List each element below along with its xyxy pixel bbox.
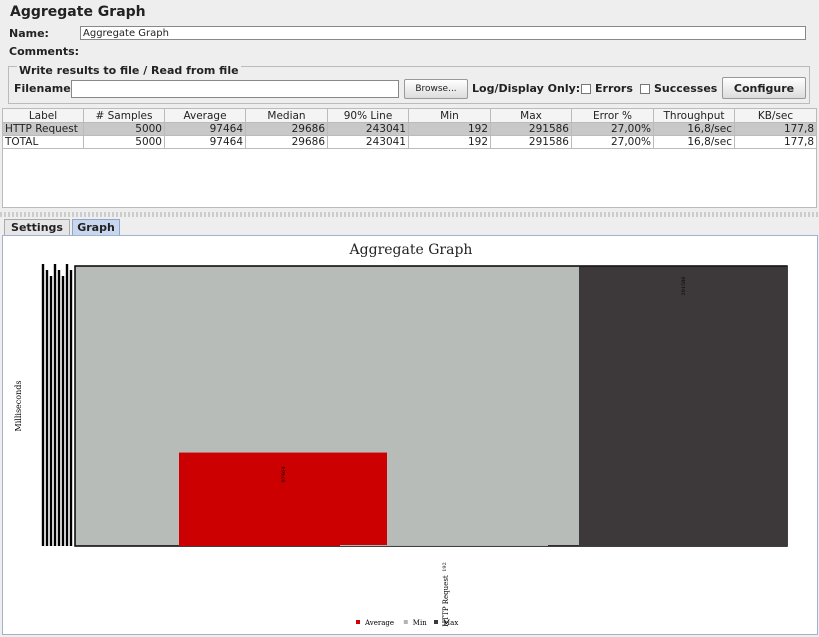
name-row: Name:: [9, 26, 49, 41]
col-header[interactable]: Throughput: [653, 108, 735, 123]
errors-label: Errors: [595, 82, 633, 95]
col-header[interactable]: Max: [490, 108, 572, 123]
legend-label-average: Average: [364, 619, 394, 627]
tab-settings[interactable]: Settings: [4, 219, 70, 235]
legend-swatch-max: [434, 620, 438, 624]
comments-label: Comments:: [9, 45, 80, 58]
bar-min: [340, 545, 548, 546]
browse-button[interactable]: Browse...: [404, 79, 468, 99]
successes-option[interactable]: Successes: [640, 81, 717, 96]
table-header: Label # Samples Average Median 90% Line …: [2, 108, 817, 123]
col-header[interactable]: Median: [245, 108, 328, 123]
legend-swatch-average: [356, 620, 360, 624]
col-header[interactable]: Label: [2, 108, 84, 123]
table-cell: 243041: [327, 135, 409, 149]
table-cell: 27,00%: [571, 135, 654, 149]
log-display-label: Log/Display Only:: [472, 82, 581, 95]
col-header[interactable]: Error %: [571, 108, 654, 123]
col-header[interactable]: KB/sec: [734, 108, 817, 123]
errors-checkbox[interactable]: [581, 83, 591, 94]
table-cell: 243041: [327, 122, 409, 136]
legend-swatch-min: [403, 620, 408, 624]
table-cell: 5000: [83, 122, 165, 136]
table-cell: 27,00%: [571, 122, 654, 136]
table-row[interactable]: TOTAL 5000 97464 29686 243041 192 291586…: [2, 135, 817, 149]
filename-input[interactable]: [71, 80, 399, 98]
table-cell: 16,8/sec: [653, 135, 735, 149]
value-label: 192: [442, 562, 448, 572]
table-cell: 192: [408, 135, 491, 149]
graph-panel: Aggregate Graph Milliseconds 97464 192 2915…: [2, 235, 818, 635]
col-header[interactable]: Min: [408, 108, 491, 123]
filename-row: Filename: [14, 81, 71, 96]
table-cell: 29686: [245, 135, 328, 149]
file-section-label: Write results to file / Read from file: [17, 64, 241, 77]
table-cell: 29686: [245, 122, 328, 136]
table-row[interactable]: HTTP Request 5000 97464 29686 243041 192…: [2, 122, 817, 136]
results-table: Label # Samples Average Median 90% Line …: [2, 108, 817, 149]
y-axis-label: Milliseconds: [14, 381, 23, 432]
value-label: 291586: [681, 276, 687, 295]
comments-row: Comments:: [9, 44, 79, 59]
aggregate-chart: Milliseconds97464192291586HTTP RequestAv…: [14, 264, 788, 627]
table-cell: 97464: [164, 122, 246, 136]
table-cell: 291586: [490, 135, 572, 149]
name-input[interactable]: Aggregate Graph: [80, 26, 806, 40]
table-cell: HTTP Request: [2, 122, 84, 136]
table-cell: 291586: [490, 122, 572, 136]
log-display-row: Log/Display Only:: [472, 81, 580, 96]
table-cell: 177,8: [734, 135, 817, 149]
successes-label: Successes: [654, 82, 718, 95]
col-header[interactable]: # Samples: [83, 108, 165, 123]
col-header[interactable]: Average: [164, 108, 246, 123]
legend-label-max: Max: [443, 619, 458, 627]
table-cell: 5000: [83, 135, 165, 149]
page-title: Aggregate Graph: [10, 4, 146, 20]
table-cell: 177,8: [734, 122, 817, 136]
table-cell: 97464: [164, 135, 246, 149]
split-pane-divider[interactable]: [0, 212, 819, 217]
configure-button[interactable]: Configure: [722, 77, 806, 99]
value-label: 97464: [281, 467, 287, 483]
filename-label: Filename: [14, 82, 71, 95]
errors-option[interactable]: Errors: [581, 81, 633, 96]
bar-max: [579, 266, 787, 546]
table-cell: TOTAL: [2, 135, 84, 149]
table-cell: 16,8/sec: [653, 122, 735, 136]
legend-label-min: Min: [413, 619, 427, 627]
successes-checkbox[interactable]: [640, 83, 650, 94]
table-cell: 192: [408, 122, 491, 136]
name-label: Name:: [9, 27, 49, 40]
col-header[interactable]: 90% Line: [327, 108, 409, 123]
tab-graph[interactable]: Graph: [72, 219, 120, 235]
bar-average: [179, 452, 387, 546]
